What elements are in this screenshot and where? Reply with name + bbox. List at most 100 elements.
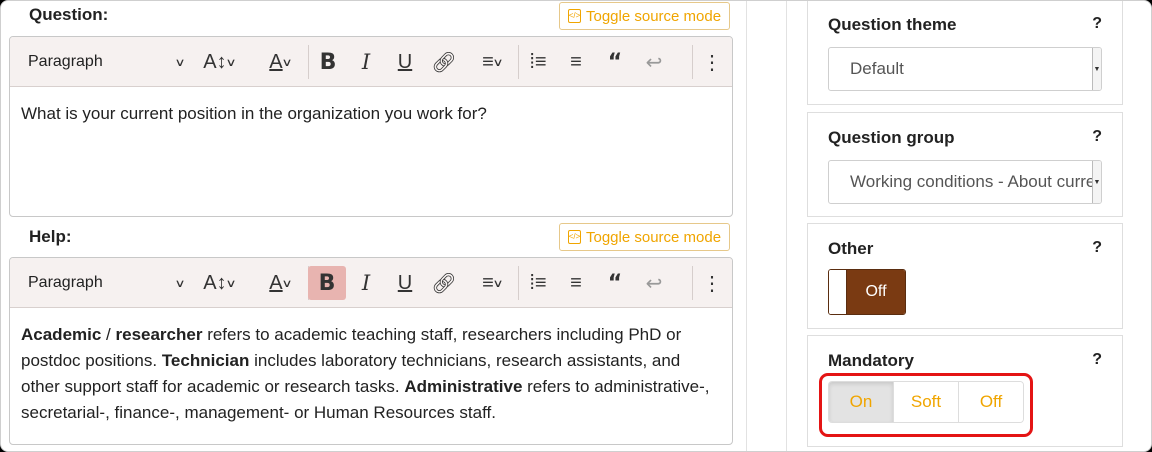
chevron-down-icon: ∨ xyxy=(492,56,504,69)
quote-icon: “ xyxy=(607,49,623,75)
chevron-down-icon: ∨ xyxy=(281,277,293,290)
font-color-dropdown[interactable]: A ∨ xyxy=(256,266,304,300)
undo-button[interactable]: ↩ xyxy=(636,45,672,79)
underline-button[interactable]: U xyxy=(387,45,423,79)
font-size-dropdown[interactable]: A↕ ∨ xyxy=(195,266,243,300)
chevron-down-icon: ∨ xyxy=(225,277,237,290)
alignment-dropdown[interactable]: ≡ ∨ xyxy=(468,45,516,79)
bold-icon: B xyxy=(319,49,337,75)
question-label: Question: xyxy=(29,5,109,24)
alignment-dropdown[interactable]: ≡ ∨ xyxy=(468,266,516,300)
font-color-dropdown[interactable]: A ∨ xyxy=(256,45,304,79)
underline-icon: U xyxy=(397,50,413,73)
italic-button[interactable]: I xyxy=(348,266,384,300)
numbered-list-button[interactable]: ≡ xyxy=(558,45,594,79)
mandatory-title: Mandatory xyxy=(828,351,914,370)
help-icon[interactable]: ? xyxy=(1092,128,1102,146)
blockquote-button[interactable]: “ xyxy=(597,266,633,300)
numbered-list-icon: ≡ xyxy=(570,50,582,73)
question-toolbar: Paragraph ∨ A↕ ∨ A ∨ B I U 🔗︎ ≡ ∨ ⁞≡ ≡ “ ↩ … xyxy=(10,37,732,87)
link-button[interactable]: 🔗︎ xyxy=(426,45,462,79)
link-button[interactable]: 🔗︎ xyxy=(426,266,462,300)
other-title: Other xyxy=(828,239,874,258)
link-icon: 🔗︎ xyxy=(431,272,457,295)
question-group-select[interactable]: Working conditions - About current posit… xyxy=(828,160,1102,204)
toolbar-divider xyxy=(692,266,693,300)
blockquote-button[interactable]: “ xyxy=(597,45,633,79)
help-toolbar: Paragraph ∨ A↕ ∨ A ∨ B I U 🔗︎ ≡ ∨ ⁞≡ ≡ “ ↩ … xyxy=(10,258,732,308)
dropdown-arrow-icon: ▼ xyxy=(1092,48,1101,90)
question-editor[interactable]: Paragraph ∨ A↕ ∨ A ∨ B I U 🔗︎ ≡ ∨ ⁞≡ ≡ “ ↩ … xyxy=(9,36,733,217)
paragraph-format-dropdown[interactable]: Paragraph ∨ xyxy=(20,45,190,79)
question-text[interactable]: What is your current position in the org… xyxy=(10,87,732,141)
undo-icon: ↩ xyxy=(645,272,663,295)
vertical-ellipsis-icon: ⋮ xyxy=(702,51,722,74)
bold-button[interactable]: B xyxy=(308,266,346,300)
other-toggle-value: Off xyxy=(847,270,905,314)
paragraph-format-label: Paragraph xyxy=(28,274,103,291)
help-text[interactable]: Academic / researcher refers to academic… xyxy=(10,308,732,440)
question-group-title: Question group xyxy=(828,128,955,147)
numbered-list-icon: ≡ xyxy=(570,271,582,294)
sidebar-divider xyxy=(746,1,747,451)
more-options-button[interactable]: ⋮ xyxy=(694,45,730,79)
bold-term: Technician xyxy=(161,351,250,370)
more-options-button[interactable]: ⋮ xyxy=(694,266,730,300)
undo-button[interactable]: ↩ xyxy=(636,266,672,300)
bulleted-list-button[interactable]: ⁞≡ xyxy=(520,45,556,79)
toolbar-divider xyxy=(692,45,693,79)
link-icon: 🔗︎ xyxy=(431,51,457,74)
paragraph-format-dropdown[interactable]: Paragraph ∨ xyxy=(20,266,190,300)
bold-icon: B xyxy=(318,270,336,296)
chevron-down-icon: ∨ xyxy=(174,277,186,290)
help-editor[interactable]: Paragraph ∨ A↕ ∨ A ∨ B I U 🔗︎ ≡ ∨ ⁞≡ ≡ “ ↩ … xyxy=(9,257,733,445)
toolbar-divider xyxy=(518,45,519,79)
underline-button[interactable]: U xyxy=(387,266,423,300)
bold-term: Administrative xyxy=(404,377,523,396)
help-text-segment: / xyxy=(101,325,116,344)
toggle-source-label: Toggle source mode xyxy=(586,7,722,25)
bold-term: researcher xyxy=(115,325,203,344)
bulleted-list-button[interactable]: ⁞≡ xyxy=(520,266,556,300)
bulleted-list-icon: ⁞≡ xyxy=(529,271,547,294)
question-toggle-source-button[interactable]: </> Toggle source mode xyxy=(559,2,731,30)
italic-button[interactable]: I xyxy=(348,45,384,79)
help-toggle-source-button[interactable]: </> Toggle source mode xyxy=(559,223,731,251)
italic-icon: I xyxy=(361,50,371,74)
help-icon[interactable]: ? xyxy=(1092,239,1102,257)
mandatory-highlight-annotation xyxy=(819,373,1033,437)
numbered-list-button[interactable]: ≡ xyxy=(558,266,594,300)
other-toggle-switch[interactable]: Off xyxy=(828,269,906,315)
quote-icon: “ xyxy=(607,270,623,296)
help-label: Help: xyxy=(29,227,72,246)
help-icon[interactable]: ? xyxy=(1092,351,1102,369)
help-icon[interactable]: ? xyxy=(1092,15,1102,33)
undo-icon: ↩ xyxy=(645,51,663,74)
vertical-ellipsis-icon: ⋮ xyxy=(702,272,722,295)
bold-term: Academic xyxy=(21,325,102,344)
toggle-source-label: Toggle source mode xyxy=(586,228,722,246)
question-editor-screen: Question: </> Toggle source mode Paragra… xyxy=(0,0,1152,452)
question-group-value: Working conditions - About current posit… xyxy=(850,172,1101,191)
question-theme-select[interactable]: Default ▼ xyxy=(828,47,1102,91)
bulleted-list-icon: ⁞≡ xyxy=(529,50,547,73)
other-panel: Other ? Off xyxy=(807,223,1123,329)
toolbar-divider xyxy=(308,45,309,79)
switch-knob xyxy=(829,270,847,314)
toolbar-divider xyxy=(518,266,519,300)
italic-icon: I xyxy=(361,271,371,295)
sidebar-divider xyxy=(786,1,787,451)
question-theme-title: Question theme xyxy=(828,15,957,34)
paragraph-format-label: Paragraph xyxy=(28,53,103,70)
font-size-dropdown[interactable]: A↕ ∨ xyxy=(195,45,243,79)
chevron-down-icon: ∨ xyxy=(225,56,237,69)
dropdown-arrow-icon: ▼ xyxy=(1092,161,1101,203)
font-size-icon: A↕ xyxy=(203,50,227,73)
underline-icon: U xyxy=(397,271,413,294)
chevron-down-icon: ∨ xyxy=(174,56,186,69)
question-theme-panel: Question theme ? Default ▼ xyxy=(807,1,1123,105)
chevron-down-icon: ∨ xyxy=(492,277,504,290)
question-theme-value: Default xyxy=(850,59,904,78)
bold-button[interactable]: B xyxy=(310,45,346,79)
source-code-icon: </> xyxy=(568,230,581,244)
